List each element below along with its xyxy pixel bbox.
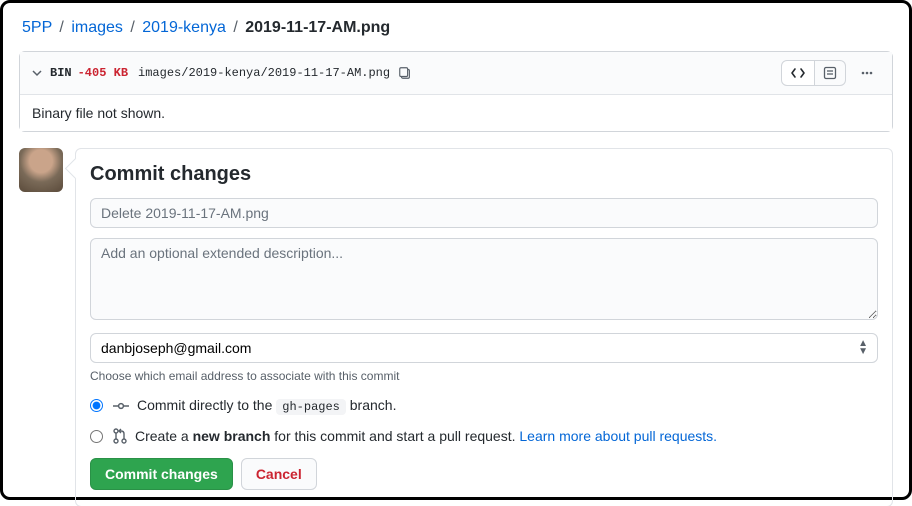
radio-direct-label: Commit directly to the gh-pages branch. (137, 397, 396, 414)
bin-label: BIN (50, 66, 72, 80)
radio-commit-direct-input[interactable] (90, 399, 103, 412)
git-pull-request-icon (113, 428, 127, 444)
commit-email-select[interactable]: danbjoseph@gmail.com (90, 333, 878, 363)
branch-chip: gh-pages (276, 399, 346, 415)
breadcrumb-link-images[interactable]: images (71, 19, 123, 36)
email-help-text: Choose which email address to associate … (90, 369, 878, 383)
radio-commit-direct[interactable]: Commit directly to the gh-pages branch. (90, 397, 878, 414)
size-delta: -405 KB (78, 66, 128, 80)
commit-heading: Commit changes (90, 163, 878, 186)
commit-description-input[interactable] (90, 238, 878, 320)
commit-summary-input[interactable] (90, 198, 878, 228)
avatar (19, 148, 63, 192)
chevron-down-icon[interactable] (32, 68, 42, 78)
commit-panel: Commit changes danbjoseph@gmail.com ▲▼ C… (75, 148, 893, 506)
breadcrumb-link-repo[interactable]: 5PP (22, 19, 52, 36)
breadcrumb-sep: / (56, 19, 66, 36)
breadcrumb: 5PP / images / 2019-kenya / 2019-11-17-A… (19, 19, 893, 37)
breadcrumb-current: 2019-11-17-AM.png (245, 19, 390, 36)
breadcrumb-link-folder[interactable]: 2019-kenya (142, 19, 226, 36)
breadcrumb-sep: / (127, 19, 137, 36)
commit-changes-button[interactable]: Commit changes (90, 458, 233, 490)
radio-new-branch-input[interactable] (90, 430, 103, 443)
file-path: images/2019-kenya/2019-11-17-AM.png (138, 66, 390, 80)
file-actions-menu[interactable] (854, 66, 880, 80)
file-diff-body: Binary file not shown. (20, 95, 892, 131)
breadcrumb-sep: / (230, 19, 240, 36)
file-diff-box: BIN -405 KB images/2019-kenya/2019-11-17… (19, 51, 893, 132)
file-diff-header: BIN -405 KB images/2019-kenya/2019-11-17… (20, 52, 892, 95)
radio-new-branch[interactable]: Create a new branch for this commit and … (90, 428, 878, 444)
cancel-button[interactable]: Cancel (241, 458, 317, 490)
git-commit-icon (113, 400, 129, 412)
learn-more-link[interactable]: Learn more about pull requests. (519, 428, 717, 444)
copy-path-icon[interactable] (398, 66, 412, 80)
source-view-button[interactable] (781, 60, 815, 86)
diff-view-toggle (781, 60, 846, 86)
radio-branch-label: Create a new branch for this commit and … (135, 428, 717, 444)
rendered-view-button[interactable] (815, 60, 846, 86)
